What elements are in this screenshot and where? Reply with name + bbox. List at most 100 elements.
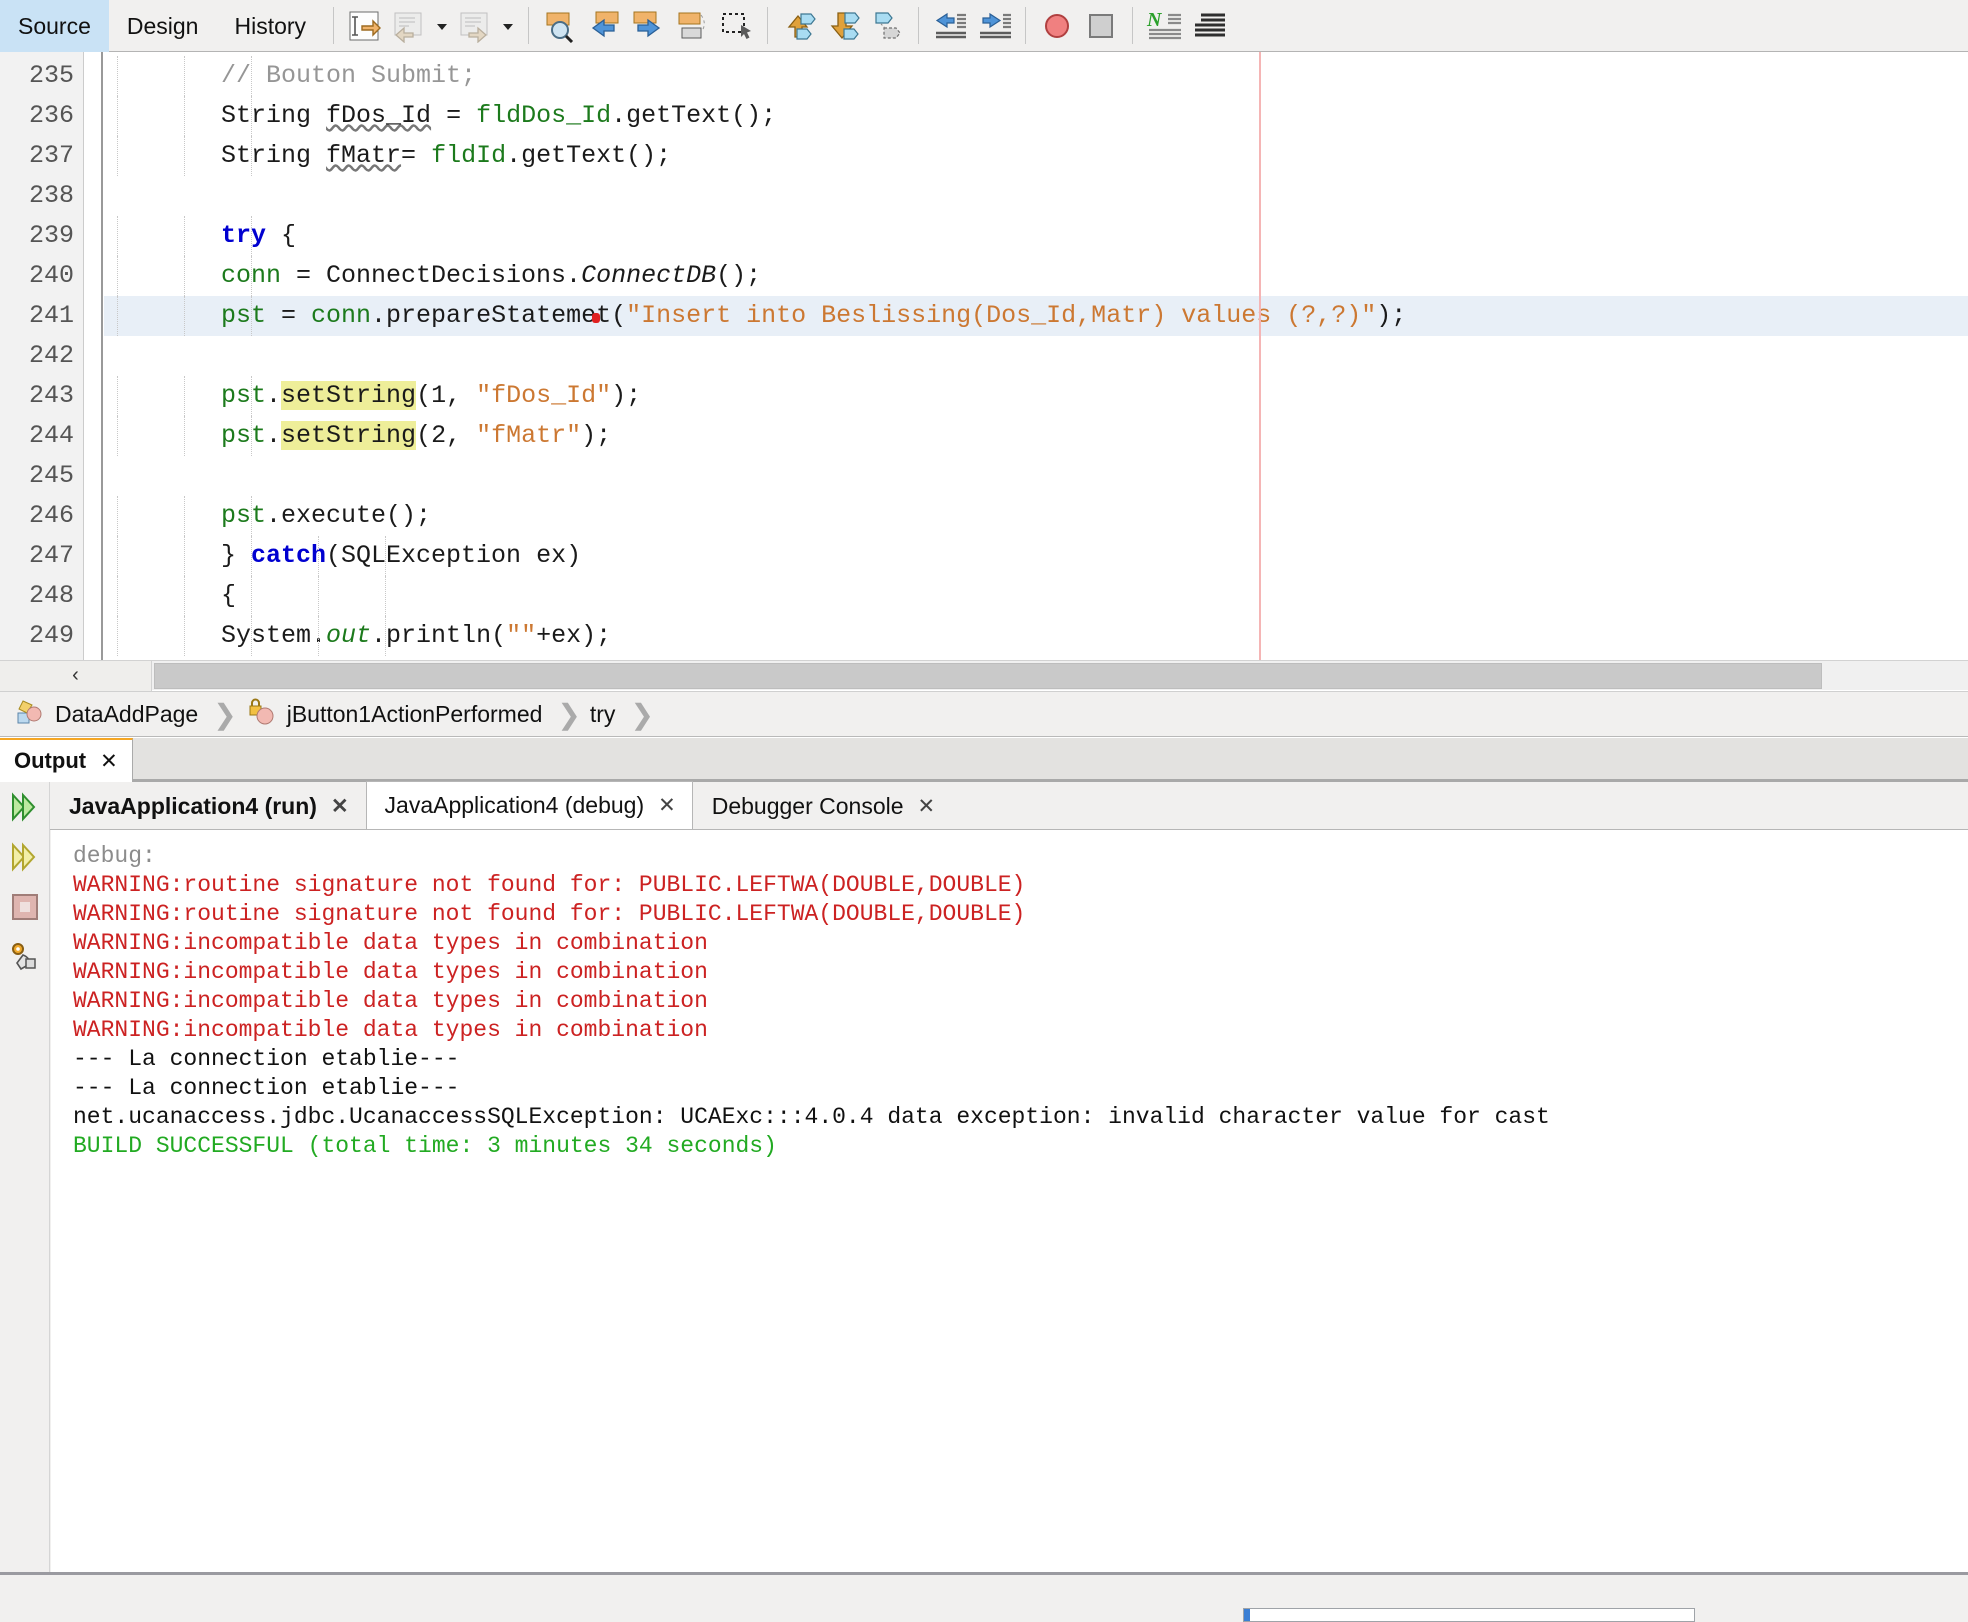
indent-guide (184, 136, 185, 176)
indent-guide (117, 376, 118, 416)
code-line[interactable]: pst.execute(); (104, 496, 1968, 536)
indent-guide (184, 376, 185, 416)
shift-right-icon[interactable] (972, 0, 1016, 52)
tab-source[interactable]: Source (0, 0, 109, 52)
code-token: conn (311, 301, 372, 330)
scrollbar-thumb[interactable] (154, 662, 1822, 689)
code-line[interactable]: } catch(SQLException ex) (104, 536, 1968, 576)
indent-guide (184, 96, 185, 136)
code-token: +ex); (536, 621, 612, 650)
scroll-left-button[interactable]: ‹ (0, 660, 152, 691)
code-line[interactable] (104, 176, 1968, 216)
code-token: pst (221, 381, 267, 410)
output-window-header: Output ✕ (0, 738, 1968, 782)
code-token: .println( (371, 621, 507, 650)
toggle-breakpoint-icon[interactable] (865, 0, 909, 52)
code-token: String (221, 141, 327, 170)
code-line[interactable]: // Bouton Submit; (104, 56, 1968, 96)
code-line[interactable]: { (104, 576, 1968, 616)
forward-dropdown-icon[interactable] (497, 0, 519, 52)
code-line[interactable]: pst = conn.prepareStatemet("Insert into … (104, 296, 1968, 336)
code-line[interactable]: String fMatr= fldId.getText(); (104, 136, 1968, 176)
code-token: { (221, 581, 237, 610)
code-token: = ConnectDecisions. (281, 261, 582, 290)
editor-horizontal-scrollbar[interactable]: ‹ (0, 660, 1968, 691)
stop-macro-icon[interactable] (1079, 0, 1123, 52)
indent-guide (117, 496, 118, 536)
line-number: 239 (28, 221, 74, 250)
output-tab-1[interactable]: JavaApplication4 (debug) ✕ (365, 781, 693, 829)
code-token: .getText(); (611, 101, 777, 130)
right-margin-line (1259, 52, 1261, 660)
code-line[interactable] (104, 336, 1968, 376)
console-line: WARNING:incompatible data types in combi… (73, 988, 708, 1014)
close-icon[interactable]: ✕ (100, 749, 118, 774)
code-token: ); (1376, 301, 1407, 330)
toggle-rectangular-selection-icon[interactable] (714, 0, 758, 52)
code-line[interactable]: pst.setString(2, "fMatr"); (104, 416, 1968, 456)
output-tab-strip: JavaApplication4 (run) ✕ JavaApplication4 … (50, 781, 1968, 830)
next-bookmark-icon[interactable] (626, 0, 670, 52)
code-line[interactable]: conn = ConnectDecisions.ConnectDB(); (104, 256, 1968, 296)
toolbar-divider (767, 7, 769, 44)
code-token: setString (281, 421, 417, 450)
private-method-icon (246, 697, 276, 732)
code-line[interactable]: pst.setString(1, "fDos_Id"); (104, 376, 1968, 416)
previous-bookmark-icon[interactable] (582, 0, 626, 52)
rerun-icon[interactable] (0, 782, 50, 832)
breadcrumb-separator: ❯ (630, 698, 654, 730)
editor-toolbar: Source Design History N (0, 0, 1968, 52)
next-error-icon[interactable] (821, 0, 865, 52)
last-edit-icon[interactable] (343, 0, 387, 52)
indent-guide (251, 56, 252, 96)
code-line[interactable]: String fDos_Id = fldDos_Id.getText(); (104, 96, 1968, 136)
console-line: WARNING:incompatible data types in combi… (73, 930, 708, 956)
previous-error-icon[interactable] (777, 0, 821, 52)
code-text-area[interactable]: // Bouton Submit; String fDos_Id = fldDos… (104, 52, 1968, 660)
console-line: --- La connection etablie--- (73, 1046, 460, 1072)
breadcrumb-item-method[interactable]: jButton1ActionPerformed (246, 697, 542, 732)
code-line[interactable]: System.out.println(""+ex); (104, 616, 1968, 656)
code-folding-bar[interactable] (85, 52, 103, 660)
breadcrumb-item-class[interactable]: DataAddPage (14, 697, 198, 732)
console-line: WARNING:incompatible data types in combi… (73, 1017, 708, 1043)
output-tab-0[interactable]: JavaApplication4 (run) ✕ (50, 783, 366, 829)
comment-icon[interactable] (1186, 0, 1230, 52)
console-line: net.ucanaccess.jdbc.UcanaccessSQLExcepti… (73, 1104, 1550, 1130)
line-number: 246 (28, 501, 74, 530)
code-line[interactable]: try { (104, 216, 1968, 256)
indent-guide (251, 496, 252, 536)
code-editor[interactable]: 235 236 237 238 239 240 241 242 243 244 245 246 247 2… (0, 52, 1968, 660)
rerun-disabled-icon[interactable] (0, 832, 50, 882)
line-number: 236 (28, 101, 74, 130)
stop-recording-icon[interactable] (1035, 0, 1079, 52)
output-tab-2[interactable]: Debugger Console ✕ (692, 783, 953, 829)
indent-guide (184, 616, 185, 656)
close-icon[interactable]: ✕ (331, 794, 349, 819)
console-line: WARNING:incompatible data types in combi… (73, 959, 708, 985)
output-window-tab[interactable]: Output ✕ (0, 738, 133, 782)
back-dropdown-icon[interactable] (431, 0, 453, 52)
close-icon[interactable]: ✕ (658, 793, 676, 818)
tab-design[interactable]: Design (109, 0, 217, 52)
tab-history[interactable]: History (216, 0, 324, 52)
code-line[interactable] (104, 456, 1968, 496)
code-token: "fMatr" (476, 421, 582, 450)
find-selection-icon[interactable] (538, 0, 582, 52)
shift-left-icon[interactable] (928, 0, 972, 52)
breadcrumb-item-try[interactable]: try (590, 701, 616, 728)
output-console[interactable]: debug: WARNING:routine signature not foun… (51, 830, 1968, 1572)
toggle-bookmark-icon[interactable] (670, 0, 714, 52)
stop-icon[interactable] (0, 882, 50, 932)
close-icon[interactable]: ✕ (918, 794, 936, 819)
forward-icon[interactable] (453, 0, 497, 52)
start-macro-recording-icon[interactable]: N (1142, 0, 1186, 52)
indent-guide (117, 576, 118, 616)
progress-bar (1243, 1608, 1695, 1622)
indent-guide (117, 96, 118, 136)
settings-icon[interactable] (0, 932, 50, 982)
indent-guide (251, 576, 252, 616)
line-number: 249 (28, 621, 74, 650)
back-icon[interactable] (387, 0, 431, 52)
line-number: 241 (28, 301, 74, 330)
